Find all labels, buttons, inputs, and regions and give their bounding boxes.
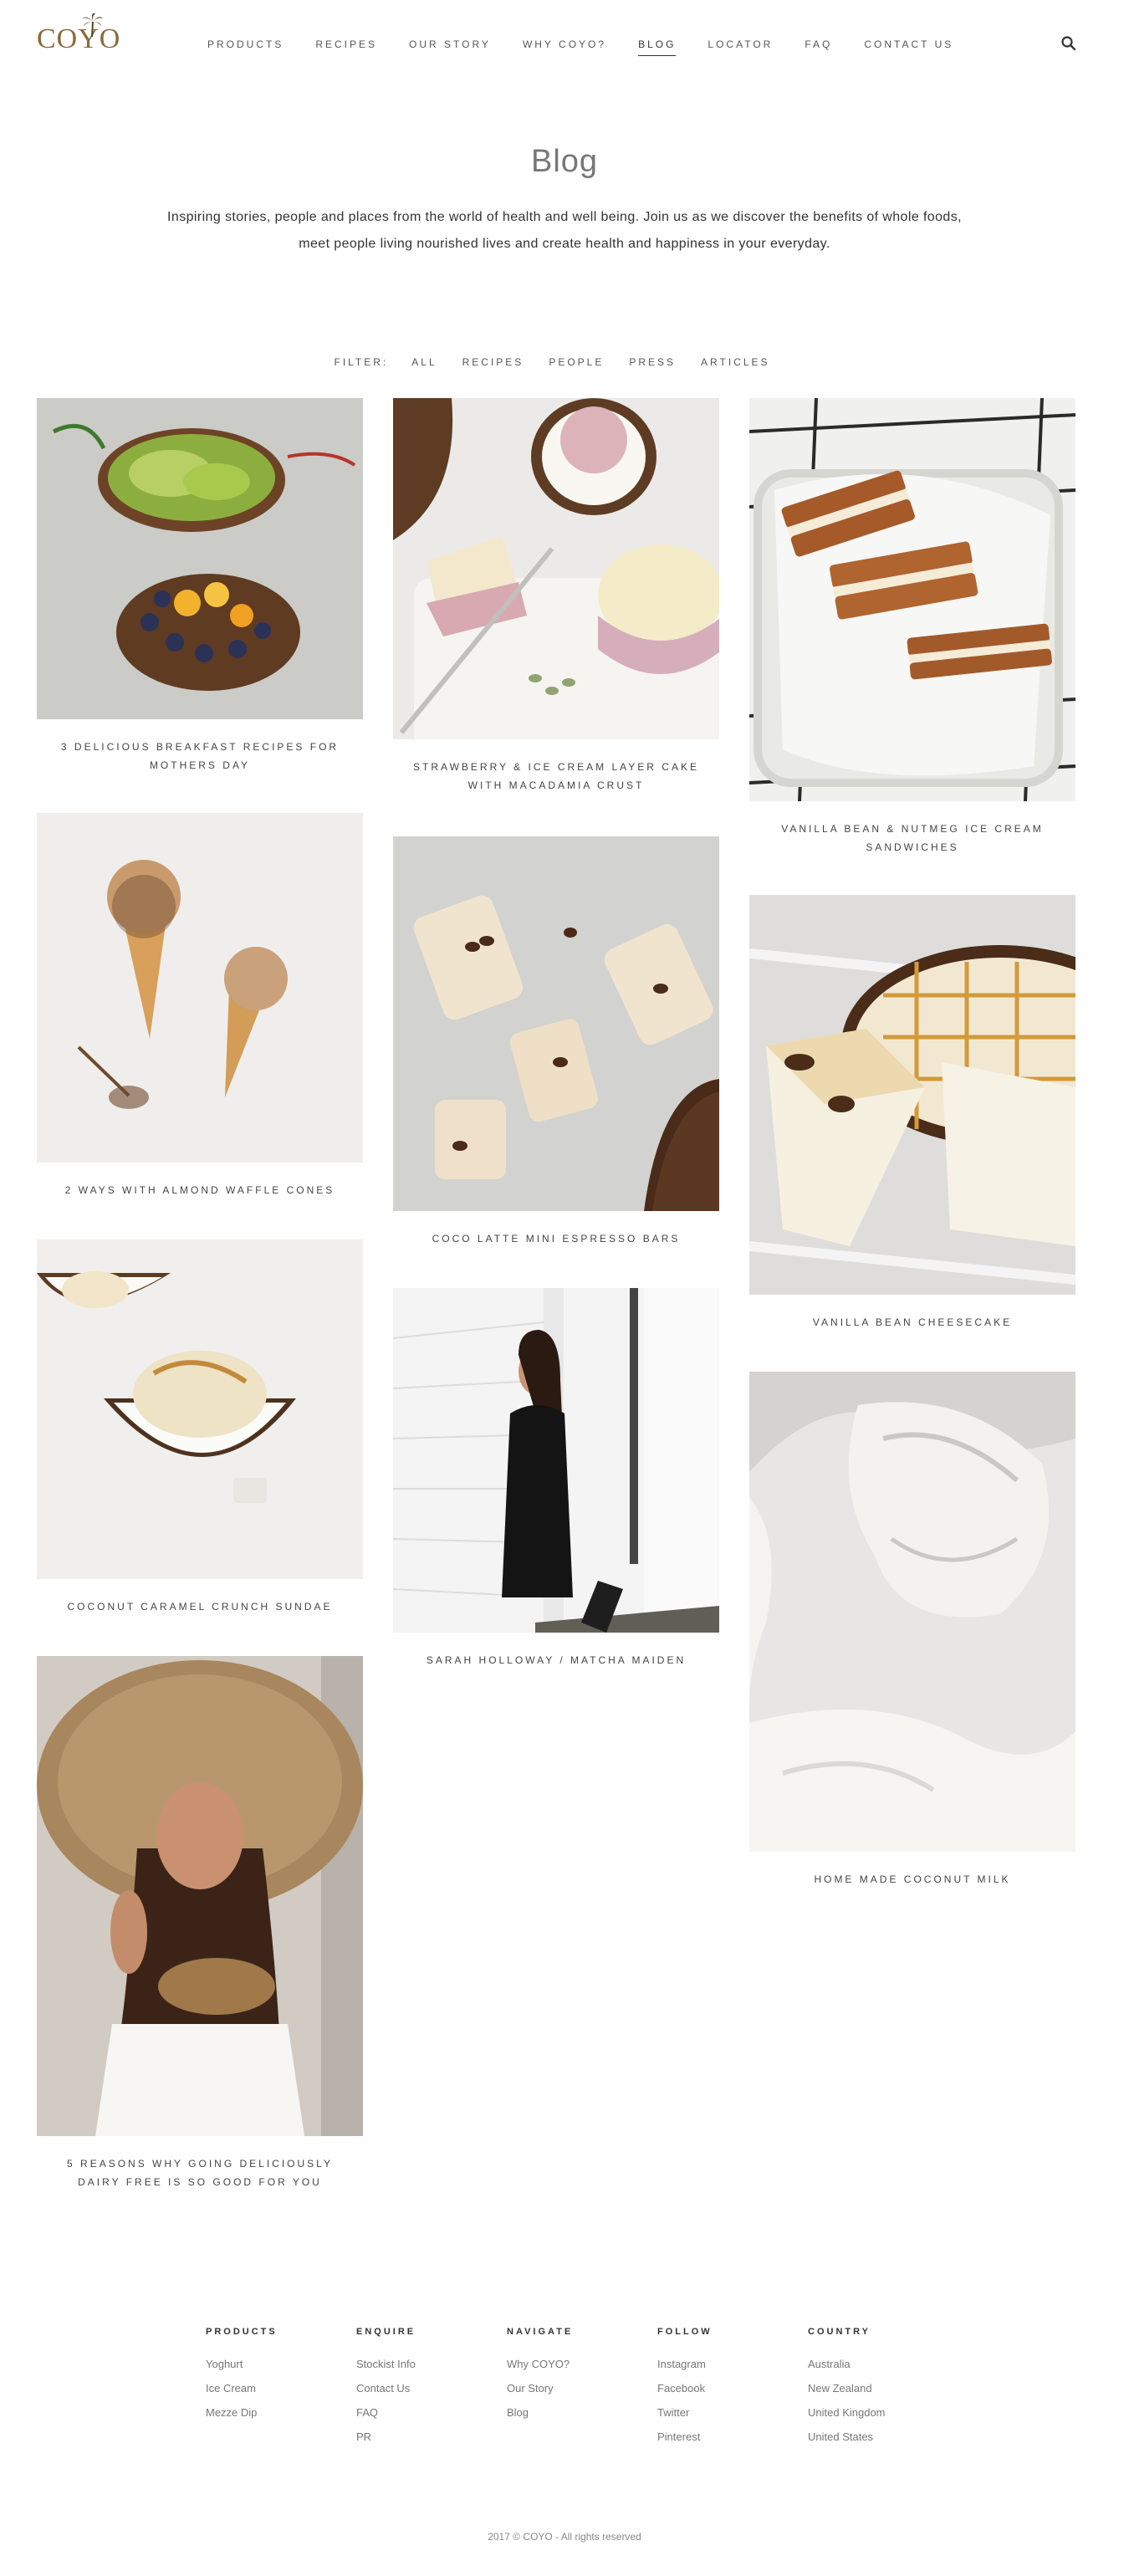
blog-card[interactable]: 5 REASONS WHY GOING DELICIOUSLY DAIRY FR… [37,1656,363,2191]
blog-card-title[interactable]: VANILLA BEAN & NUTMEG ICE CREAM SANDWICH… [749,820,1075,856]
blog-card[interactable]: 2 WAYS WITH ALMOND WAFFLE CONES [37,813,363,1199]
footer-heading: ENQUIRE [356,2327,416,2337]
blog-card[interactable]: SARAH HOLLOWAY / MATCHA MAIDEN [393,1288,719,1669]
blog-card-title[interactable]: COCONUT CARAMEL CRUNCH SUNDAE [37,1597,363,1616]
footer-link[interactable]: Pinterest [657,2425,808,2449]
footer-heading: COUNTRY [808,2327,871,2337]
woman-black-dress-image[interactable] [393,1288,719,1633]
footer-link[interactable]: Twitter [657,2400,808,2425]
blog-card[interactable]: VANILLA BEAN CHEESECAKE [749,895,1075,1331]
footer-link[interactable]: Ice Cream [206,2376,356,2400]
footer-link[interactable]: Australia [808,2352,958,2376]
waffle-cone-image[interactable] [37,813,363,1163]
footer-link[interactable]: FAQ [356,2400,507,2425]
footer-column-navigate: NAVIGATE Why COYO? Our Story Blog [507,2327,657,2449]
logo-text: COYO [37,23,121,54]
filter-label: FILTER: [334,356,389,368]
nav-blog[interactable]: BLOG [638,38,677,56]
footer-heading: FOLLOW [657,2327,713,2337]
coconut-sundae-image[interactable] [37,1239,363,1579]
footer-link[interactable]: Blog [507,2400,657,2425]
blog-filter: FILTER: ALL RECIPES PEOPLE PRESS ARTICLE… [0,356,1129,368]
blog-card-title[interactable]: HOME MADE COCONUT MILK [749,1870,1075,1889]
nav-contact-us[interactable]: CONTACT US [864,38,953,56]
search-icon[interactable] [1060,35,1077,52]
nav-why-coyo[interactable]: WHY COYO? [523,38,606,56]
site-header: COYO PRODUCTS RECIPES OUR STORY WHY COYO… [0,0,1129,92]
nav-products[interactable]: PRODUCTS [207,38,284,56]
nav-faq[interactable]: FAQ [805,38,832,56]
footer-link[interactable]: Contact Us [356,2376,507,2400]
blog-card[interactable]: STRAWBERRY & ICE CREAM LAYER CAKE WITH M… [393,398,719,795]
blog-card[interactable]: COCO LATTE MINI ESPRESSO BARS [393,836,719,1248]
copyright-text: 2017 © COYO - All rights reserved [488,2531,641,2543]
layer-cake-image[interactable] [393,398,719,739]
blog-card-title[interactable]: COCO LATTE MINI ESPRESSO BARS [393,1229,719,1248]
page-intro: Inspiring stories, people and places fro… [167,210,962,251]
footer-heading: PRODUCTS [206,2327,278,2337]
blog-card[interactable]: VANILLA BEAN & NUTMEG ICE CREAM SANDWICH… [749,398,1075,856]
blog-card[interactable]: HOME MADE COCONUT MILK [749,1372,1075,1889]
espresso-bars-image[interactable] [393,836,719,1211]
cheesecake-image[interactable] [749,895,1075,1295]
filter-recipes[interactable]: RECIPES [462,356,524,368]
main-nav: PRODUCTS RECIPES OUR STORY WHY COYO? BLO… [207,38,985,56]
coconut-milk-image[interactable] [749,1372,1075,1852]
footer-link[interactable]: Mezze Dip [206,2400,356,2425]
footer-link[interactable]: Yoghurt [206,2352,356,2376]
blog-card[interactable]: COCONUT CARAMEL CRUNCH SUNDAE [37,1239,363,1616]
footer-link[interactable]: Instagram [657,2352,808,2376]
palm-tree-icon [82,13,103,37]
footer-link[interactable]: Why COYO? [507,2352,657,2376]
footer-link[interactable]: Facebook [657,2376,808,2400]
footer-column-country: COUNTRY Australia New Zealand United Kin… [808,2327,958,2449]
nav-our-story[interactable]: OUR STORY [409,38,491,56]
blog-card-title[interactable]: VANILLA BEAN CHEESECAKE [749,1313,1075,1331]
blog-card-title[interactable]: SARAH HOLLOWAY / MATCHA MAIDEN [393,1651,719,1669]
filter-people[interactable]: PEOPLE [549,356,604,368]
coyo-logo[interactable]: COYO [37,12,120,55]
footer-column-enquire: ENQUIRE Stockist Info Contact Us FAQ PR [356,2327,507,2449]
woman-straw-hat-image[interactable] [37,1656,363,2136]
blog-card[interactable]: 3 DELICIOUS BREAKFAST RECIPES FOR MOTHER… [37,398,363,774]
ice-cream-sandwich-image[interactable] [749,398,1075,801]
site-footer: PRODUCTS Yoghurt Ice Cream Mezze Dip ENQ… [206,2327,958,2449]
blog-card-title[interactable]: 2 WAYS WITH ALMOND WAFFLE CONES [37,1181,363,1199]
footer-link[interactable]: United States [808,2425,958,2449]
footer-link[interactable]: PR [356,2425,507,2449]
nav-locator[interactable]: LOCATOR [708,38,773,56]
blog-card-title[interactable]: 5 REASONS WHY GOING DELICIOUSLY DAIRY FR… [37,2154,363,2191]
filter-articles[interactable]: ARTICLES [701,356,769,368]
nav-recipes[interactable]: RECIPES [315,38,377,56]
footer-link[interactable]: Stockist Info [356,2352,507,2376]
footer-column-products: PRODUCTS Yoghurt Ice Cream Mezze Dip [206,2327,356,2449]
filter-press[interactable]: PRESS [629,356,676,368]
toast-breakfast-image[interactable] [37,398,363,719]
footer-heading: NAVIGATE [507,2327,574,2337]
footer-link[interactable]: New Zealand [808,2376,958,2400]
footer-column-follow: FOLLOW Instagram Facebook Twitter Pinter… [657,2327,808,2449]
filter-all[interactable]: ALL [411,356,437,368]
blog-card-title[interactable]: STRAWBERRY & ICE CREAM LAYER CAKE WITH M… [393,758,719,795]
footer-link[interactable]: United Kingdom [808,2400,958,2425]
blog-card-title[interactable]: 3 DELICIOUS BREAKFAST RECIPES FOR MOTHER… [37,738,363,774]
footer-link[interactable]: Our Story [507,2376,657,2400]
page-title: Blog [530,144,599,179]
